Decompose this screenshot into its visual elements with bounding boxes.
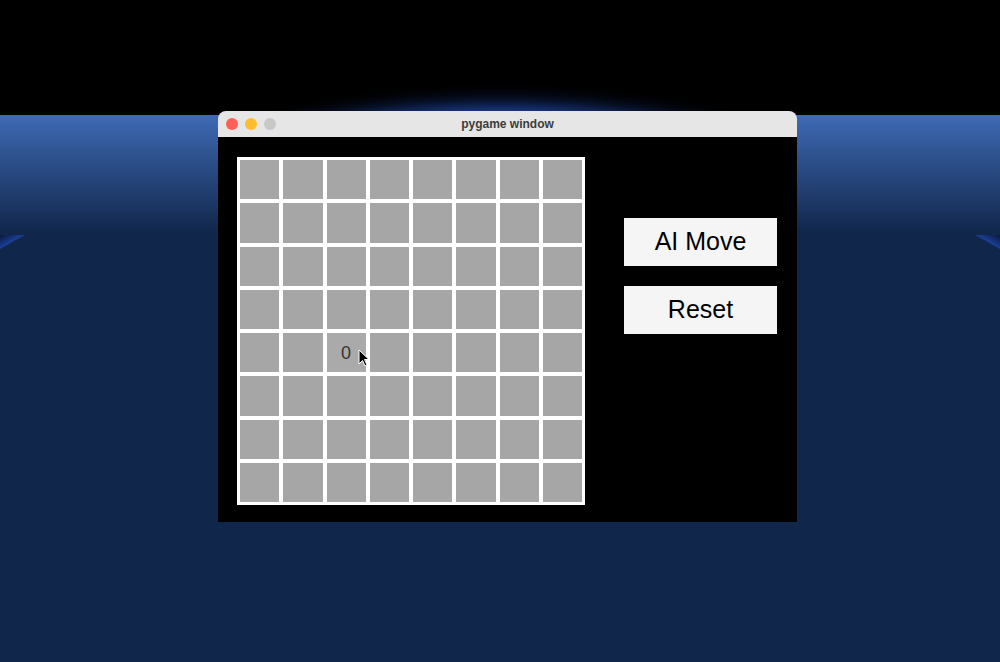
- button-panel: AI Move Reset: [624, 218, 777, 334]
- board-cell[interactable]: [500, 420, 539, 459]
- board-cell[interactable]: [327, 203, 366, 242]
- board-cell[interactable]: [456, 160, 495, 199]
- board-cell[interactable]: [283, 376, 322, 415]
- board-cell[interactable]: [413, 333, 452, 372]
- board-cell[interactable]: [283, 420, 322, 459]
- board-cell[interactable]: [543, 420, 582, 459]
- board-cell[interactable]: [456, 247, 495, 286]
- window-title: pygame window: [298, 115, 717, 133]
- zoom-icon[interactable]: [264, 118, 276, 130]
- board-cell[interactable]: [370, 420, 409, 459]
- board-cell[interactable]: [413, 420, 452, 459]
- board-cell[interactable]: [413, 247, 452, 286]
- board: 0: [237, 157, 585, 505]
- board-cell[interactable]: [283, 290, 322, 329]
- app-window: pygame window 0 AI Move Reset: [218, 111, 797, 522]
- minimize-icon[interactable]: [245, 118, 257, 130]
- board-cell[interactable]: [370, 333, 409, 372]
- board-cell[interactable]: [240, 160, 279, 199]
- board-cell[interactable]: [240, 247, 279, 286]
- board-cell[interactable]: [500, 160, 539, 199]
- desktop: pygame window 0 AI Move Reset: [0, 0, 1000, 662]
- board-cell[interactable]: [370, 290, 409, 329]
- board-cell[interactable]: [240, 290, 279, 329]
- board-cell[interactable]: [240, 333, 279, 372]
- board-cell[interactable]: [543, 333, 582, 372]
- board-cell[interactable]: [240, 420, 279, 459]
- board-cell[interactable]: [370, 160, 409, 199]
- board-cell[interactable]: [240, 203, 279, 242]
- board-cell[interactable]: [543, 463, 582, 502]
- board-cell[interactable]: [413, 376, 452, 415]
- board-cell[interactable]: [456, 290, 495, 329]
- board-cell[interactable]: [283, 463, 322, 502]
- board-cell[interactable]: [370, 203, 409, 242]
- ai-move-button[interactable]: AI Move: [624, 218, 777, 266]
- board-cell[interactable]: [327, 376, 366, 415]
- board-cell[interactable]: [456, 333, 495, 372]
- board-cell[interactable]: [240, 463, 279, 502]
- board-cell[interactable]: [543, 290, 582, 329]
- board-cell[interactable]: [500, 333, 539, 372]
- board-cell[interactable]: [456, 203, 495, 242]
- board-cell[interactable]: [283, 160, 322, 199]
- reset-button[interactable]: Reset: [624, 286, 777, 334]
- board-cell[interactable]: [327, 420, 366, 459]
- board-cell[interactable]: [500, 290, 539, 329]
- board-cell[interactable]: [500, 203, 539, 242]
- board-cell[interactable]: [543, 376, 582, 415]
- board-cell[interactable]: [327, 290, 366, 329]
- cell-number: 0: [341, 344, 351, 362]
- title-bar: pygame window: [218, 111, 797, 137]
- board-cell[interactable]: [283, 333, 322, 372]
- board-cell[interactable]: [370, 376, 409, 415]
- cursor-icon: [358, 349, 370, 367]
- board-cell[interactable]: [283, 203, 322, 242]
- board-cell[interactable]: [413, 203, 452, 242]
- board-cell[interactable]: [327, 463, 366, 502]
- board-cell[interactable]: [413, 463, 452, 502]
- game-area: 0 AI Move Reset: [218, 137, 797, 522]
- board-cell[interactable]: [370, 463, 409, 502]
- board-cell[interactable]: [500, 376, 539, 415]
- board-cell[interactable]: [543, 203, 582, 242]
- board-cell[interactable]: [240, 376, 279, 415]
- board-cell[interactable]: [543, 247, 582, 286]
- board-cell[interactable]: [413, 160, 452, 199]
- board-cell[interactable]: [500, 463, 539, 502]
- board-cell[interactable]: [456, 376, 495, 415]
- board-cell[interactable]: [327, 247, 366, 286]
- board-cell[interactable]: [327, 160, 366, 199]
- board-cell[interactable]: [456, 420, 495, 459]
- board-cell[interactable]: [283, 247, 322, 286]
- board-cell[interactable]: [456, 463, 495, 502]
- board-cell[interactable]: [413, 290, 452, 329]
- board-cell[interactable]: [370, 247, 409, 286]
- board-cell[interactable]: [543, 160, 582, 199]
- close-icon[interactable]: [226, 118, 238, 130]
- board-cell[interactable]: [500, 247, 539, 286]
